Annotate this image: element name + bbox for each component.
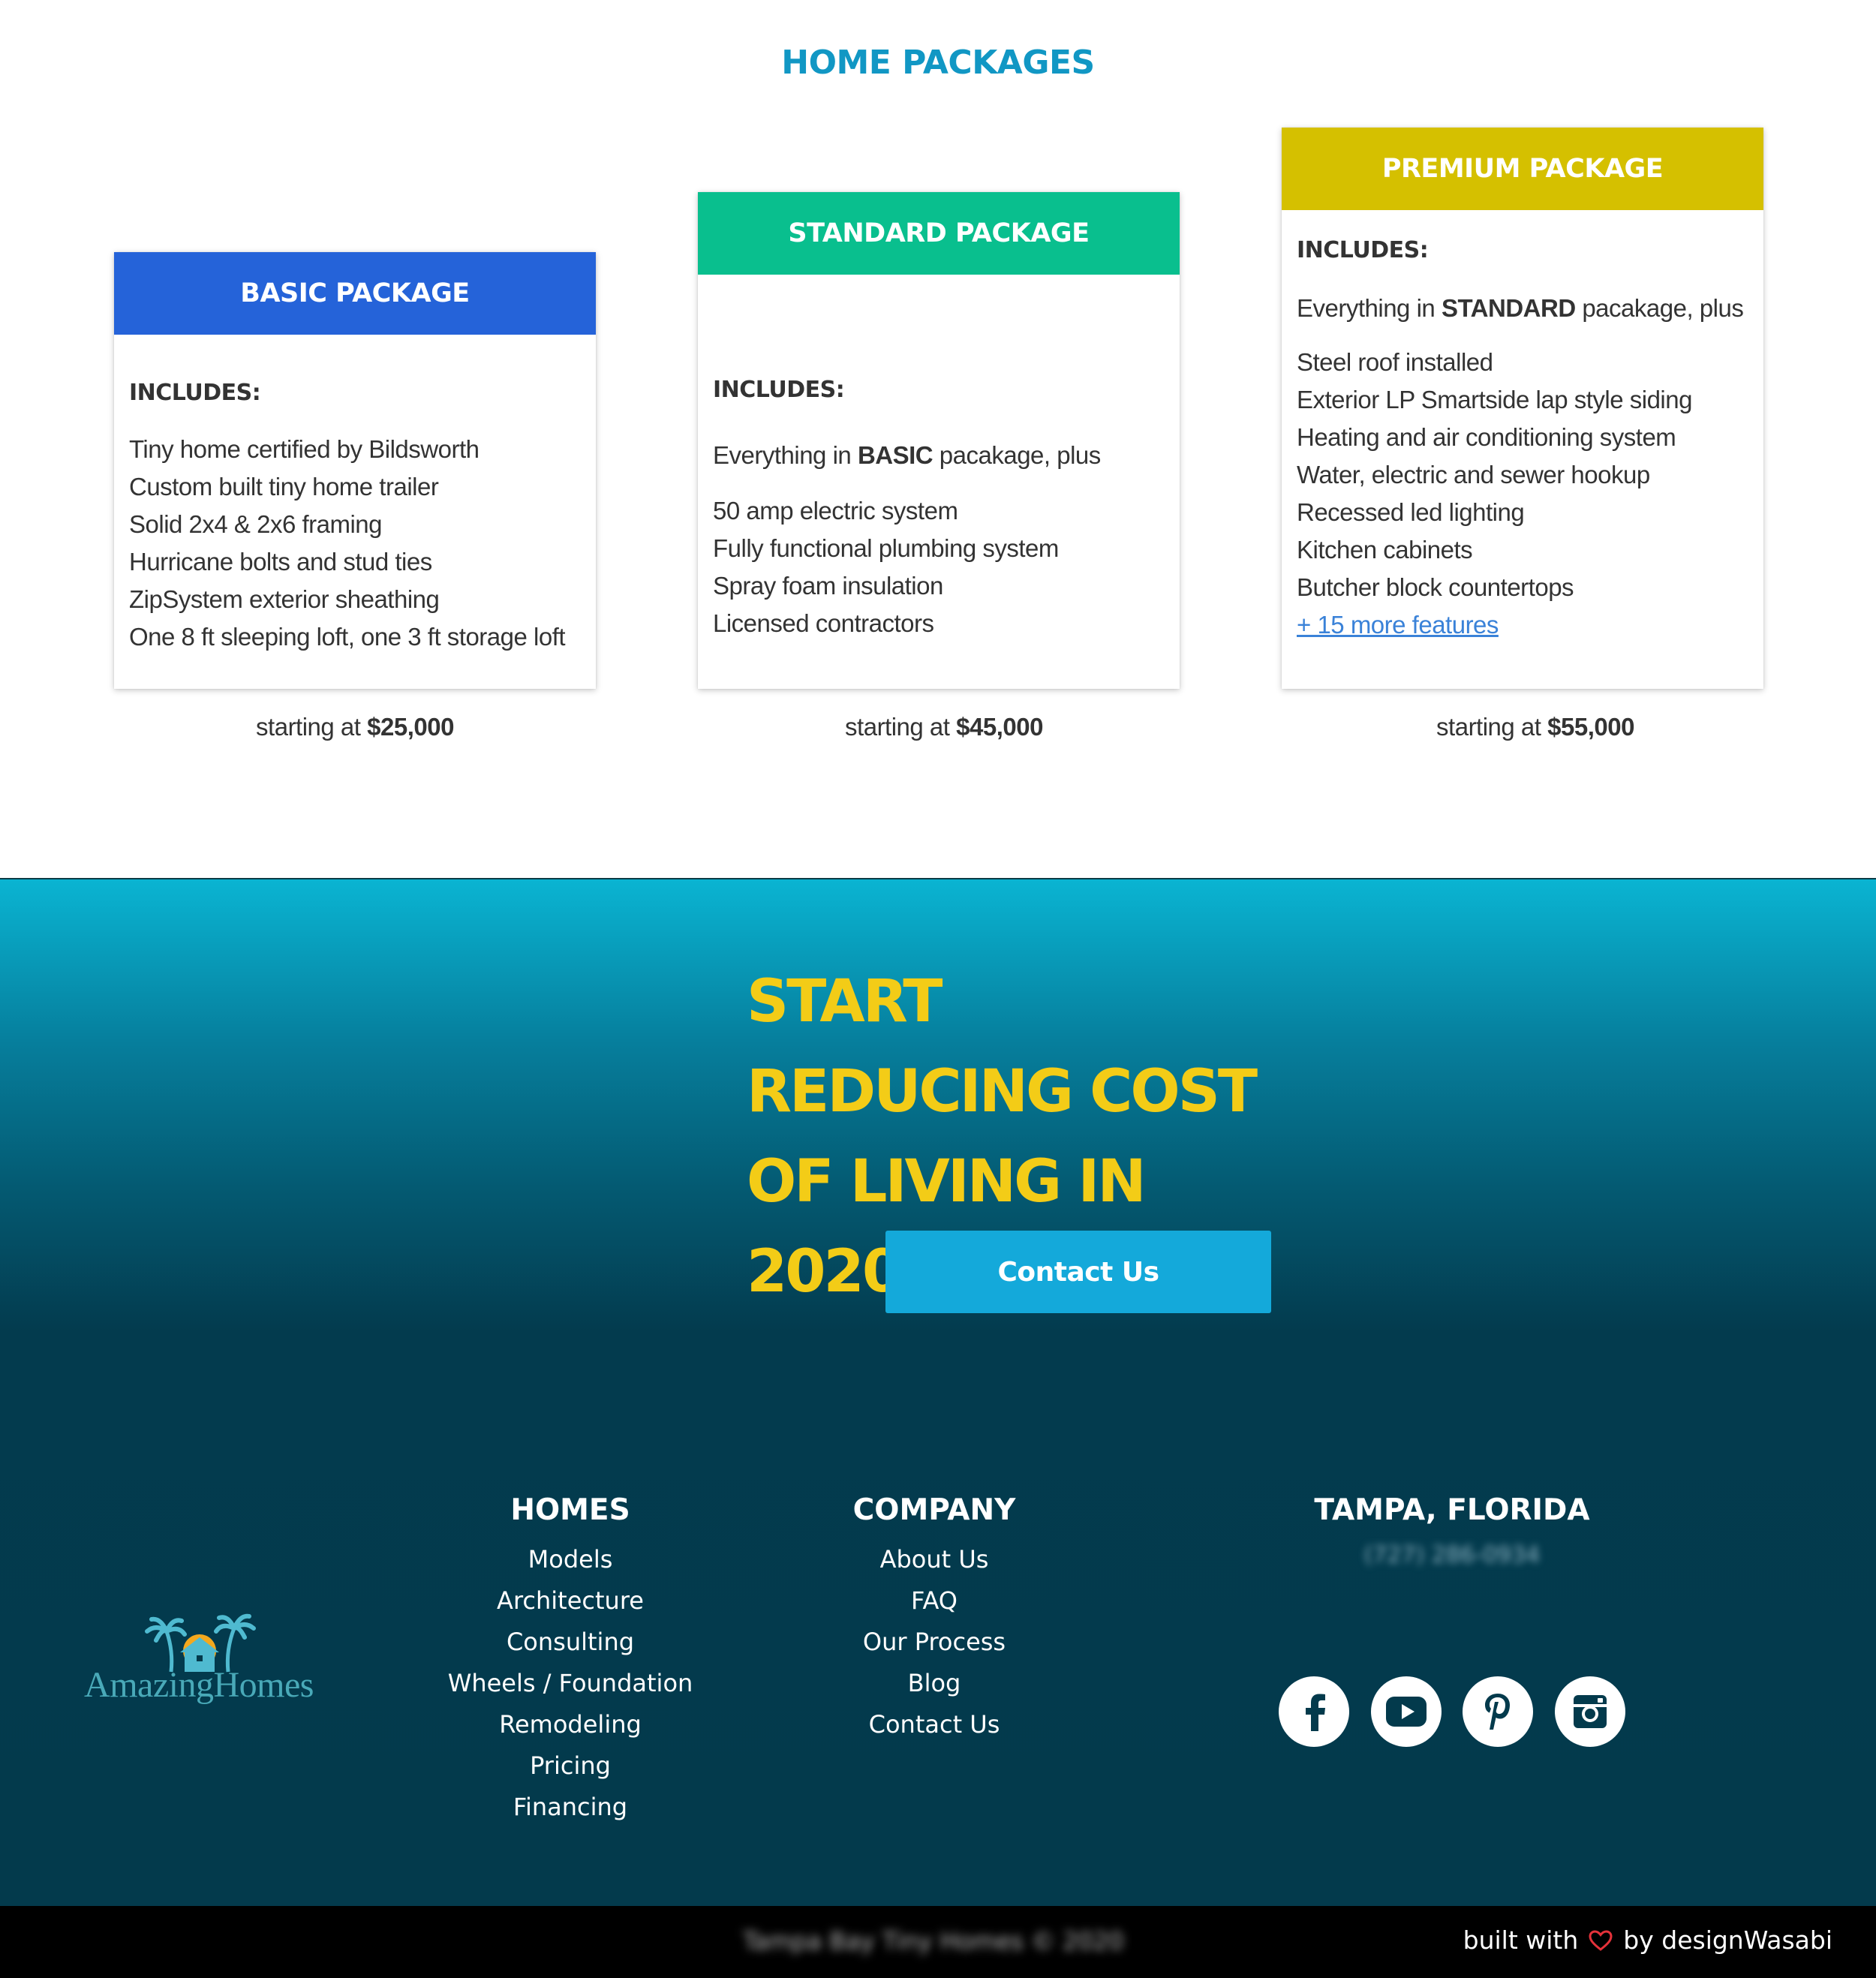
footer-column-title: HOMES [510,1493,630,1527]
standard-package-card: STANDARD PACKAGE INCLUDES: Everything in… [698,192,1180,689]
feature-item: ZipSystem exterior sheathing [129,585,440,613]
heart-icon [1589,1929,1613,1951]
cta-headline-line: OF LIVING IN [747,1148,1147,1216]
footer-column-title: TAMPA, FLORIDA [1314,1493,1590,1527]
more-features-link[interactable]: + 15 more features [1297,611,1499,639]
footer-link-blog[interactable]: Blog [784,1663,1084,1704]
intro-text: pacakage, plus [939,441,1102,469]
footer-link-contact-us[interactable]: Contact Us [784,1704,1084,1745]
feature-item: One 8 ft sleeping loft, one 3 ft storage… [129,623,566,651]
feature-item: Tiny home certified by Bildsworth [129,435,480,463]
footer-links: About Us FAQ Our Process Blog Contact Us [784,1539,1084,1745]
price-value: $45,000 [956,713,1043,741]
footer-column-title: COMPANY [852,1493,1016,1527]
pinterest-icon [1485,1694,1510,1730]
feature-item: 50 amp electric system [713,497,958,525]
price-value: $55,000 [1547,713,1634,741]
basic-package-price: starting at $25,000 [114,713,596,741]
basic-package-header: BASIC PACKAGE [114,252,596,335]
instagram-button[interactable] [1555,1676,1625,1747]
feature-item: Hurricane bolts and stud ties [129,548,432,576]
feature-item: Water, electric and sewer hookup [1297,461,1650,488]
package-intro: Everything in STANDARD pacakage, plus [1297,294,1744,323]
feature-item: Butcher block countertops [1297,573,1574,601]
facebook-button[interactable] [1279,1676,1349,1747]
instagram-icon [1574,1695,1607,1728]
amazing-homes-logo[interactable]: AmazingHomes [68,1606,330,1711]
price-prefix: starting at [1436,713,1541,741]
package-intro: Everything in BASIC pacakage, plus [713,441,1101,470]
basic-package-card: BASIC PACKAGE INCLUDES: Tiny home certif… [114,252,596,689]
cta-headline-line: START [747,968,943,1036]
phone-number[interactable]: (727) 286-0934 [1364,1542,1541,1568]
built-with-text: built with [1463,1925,1579,1955]
feature-list: Tiny home certified by Bildsworth Custom… [129,431,566,656]
logo-text: AmazingHomes [84,1665,314,1705]
feature-item: Solid 2x4 & 2x6 framing [129,510,383,538]
footer-link-consulting[interactable]: Consulting [420,1622,720,1663]
footer-links: Models Architecture Consulting Wheels / … [420,1539,720,1828]
youtube-button[interactable] [1371,1676,1442,1747]
contact-us-button[interactable]: Contact Us [885,1231,1271,1313]
feature-item: Steel roof installed [1297,348,1493,376]
facebook-icon [1306,1694,1325,1731]
includes-label: INCLUDES: [1297,237,1429,263]
section-title: HOME PACKAGES [781,44,1095,82]
built-with-credit[interactable]: built with by designWasabi [1463,1925,1832,1955]
youtube-icon [1386,1697,1427,1727]
standard-package-price: starting at $45,000 [703,713,1185,741]
feature-item: Kitchen cabinets [1297,536,1473,564]
feature-list: 50 amp electric system Fully functional … [713,492,1059,642]
feature-item: Exterior LP Smartside lap style siding [1297,386,1692,413]
feature-item: Licensed contractors [713,609,934,637]
packages-section: HOME PACKAGES BASIC PACKAGE INCLUDES: Ti… [0,0,1876,878]
feature-item: Heating and air conditioning system [1297,423,1676,451]
intro-text: Everything in [713,441,852,469]
footer-link-pricing[interactable]: Pricing [420,1745,720,1787]
house-palm-icon [145,1613,256,1673]
footer-company-column: COMPANY About Us FAQ Our Process Blog Co… [784,1493,1084,1745]
premium-package-card: PREMIUM PACKAGE INCLUDES: Everything in … [1282,128,1763,689]
premium-package-price: starting at $55,000 [1294,713,1776,741]
includes-label: INCLUDES: [713,377,845,403]
footer-link-remodeling[interactable]: Remodeling [420,1704,720,1745]
intro-bold: BASIC [857,441,933,469]
copyright-text: Tampa Bay Tiny Homes © 2020 [743,1927,1124,1955]
pinterest-button[interactable] [1463,1676,1533,1747]
footer-location-column: TAMPA, FLORIDA (727) 286-0934 [1276,1493,1628,1568]
intro-text: Everything in [1297,294,1436,322]
premium-package-header: PREMIUM PACKAGE [1282,128,1763,210]
includes-label: INCLUDES: [129,380,261,406]
footer-link-our-process[interactable]: Our Process [784,1622,1084,1663]
feature-item: Spray foam insulation [713,572,943,600]
designer-credit: by designWasabi [1623,1925,1832,1955]
footer-link-about-us[interactable]: About Us [784,1539,1084,1580]
feature-item: Fully functional plumbing system [713,534,1059,562]
footer-link-models[interactable]: Models [420,1539,720,1580]
standard-package-header: STANDARD PACKAGE [698,192,1180,275]
footer-homes-column: HOMES Models Architecture Consulting Whe… [420,1493,720,1828]
footer-link-wheels-foundation[interactable]: Wheels / Foundation [420,1663,720,1704]
intro-text: pacakage, plus [1582,294,1744,322]
feature-list: Steel roof installed Exterior LP Smartsi… [1297,344,1692,644]
feature-item: Custom built tiny home trailer [129,473,439,501]
cta-headline-line: REDUCING COST [747,1058,1258,1126]
footer-link-faq[interactable]: FAQ [784,1580,1084,1622]
cta-headline-line: 2020 [747,1238,903,1306]
price-prefix: starting at [256,713,361,741]
footer-link-financing[interactable]: Financing [420,1787,720,1828]
footer-link-architecture[interactable]: Architecture [420,1580,720,1622]
intro-bold: STANDARD [1441,294,1576,322]
feature-item: Recessed led lighting [1297,498,1525,526]
bottom-bar: Tampa Bay Tiny Homes © 2020 built with b… [0,1906,1876,1978]
price-prefix: starting at [845,713,950,741]
price-value: $25,000 [367,713,454,741]
